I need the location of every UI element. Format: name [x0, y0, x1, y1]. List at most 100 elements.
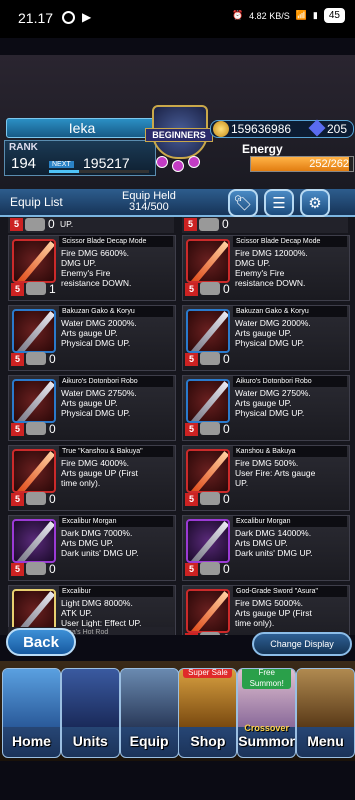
lacrima-value: 205	[326, 122, 347, 136]
card-desc-line: Arts gauge UP.	[235, 328, 292, 338]
equip-card[interactable]: Aikuro's Dotonbori Robo Water DMG 2750%. A…	[8, 375, 176, 441]
nav-label: Equip	[129, 733, 169, 749]
card-desc-line: Fire DMG 5000%.	[235, 598, 304, 608]
tag-filter-button[interactable]: 🏷	[228, 189, 258, 217]
equip-card[interactable]: Scissor Blade Decap Mode Fire DMG 12000%.…	[182, 235, 350, 301]
equip-name: Scissor Blade Decap Mode	[59, 236, 173, 247]
sword-icon	[190, 591, 228, 631]
equip-count: 0	[223, 632, 230, 635]
nav-equip-button[interactable]: Equip	[119, 668, 179, 758]
book-icon	[297, 669, 354, 727]
rarity-star-icon: 5	[184, 218, 197, 231]
network-speed: 4.82 KB/S	[249, 10, 290, 21]
card-desc-line: Water DMG 2000%.	[235, 318, 311, 328]
back-button[interactable]: Back	[6, 628, 76, 656]
card-desc-line: resistance DOWN.	[235, 278, 306, 288]
card-desc-line: Arts DMG UP.	[235, 538, 288, 548]
zel-coin-icon	[213, 121, 229, 137]
equip-list-title: Equip List	[10, 195, 63, 209]
rarity-star-icon: 5	[185, 633, 198, 635]
equip-held-counter: Equip Held 314/500	[122, 191, 176, 213]
nav-label: Units	[72, 733, 108, 749]
card-desc-line: Fire DMG 6600%.	[61, 248, 130, 258]
rank-panel: RANK 194 NEXT 195217	[4, 140, 156, 176]
rarity-star-icon: 5	[11, 423, 24, 436]
equip-card[interactable]: God-Grade Sword "Asura" Fire DMG 5000%. Ar…	[182, 585, 350, 635]
equip-name: Bakuzan Gako & Koryu	[59, 306, 173, 317]
nav-badge: Super Sale	[183, 669, 233, 678]
equip-card[interactable]: Excalibur Morgan Dark DMG 14000%. Arts DMG…	[182, 515, 350, 581]
equip-count: 0	[49, 492, 56, 506]
rarity-star-icon: 5	[11, 283, 24, 296]
equip-count-icon	[200, 352, 220, 365]
next-label: NEXT	[49, 161, 74, 168]
equip-card[interactable]: Excalibur Morgan Dark DMG 7000%. Arts DMG …	[8, 515, 176, 581]
gem-icon	[188, 156, 200, 168]
nav-label: Menu	[307, 733, 344, 749]
equip-count-icon	[200, 282, 220, 295]
list-item-partial[interactable]: 50	[182, 217, 348, 233]
equip-card[interactable]: Kanshou & Bakuya Fire DMG 500%. User Fire:…	[182, 445, 350, 511]
equip-card[interactable]: Aikuro's Dotonbori Robo Water DMG 2750%. A…	[182, 375, 350, 441]
equip-name: Excalibur Morgan	[233, 516, 347, 527]
equip-list[interactable]: 5 0 UP. 5 0 Scissor Blade Decap Mode Fire DMG …	[0, 217, 355, 635]
equip-card[interactable]: Bakuzan Gako & Koryu Water DMG 2000%. Arts…	[8, 305, 176, 371]
equip-name: Scissor Blade Decap Mode	[233, 236, 347, 247]
card-desc-line: ATK UP.	[61, 608, 93, 618]
card-desc-line: Dark units' DMG UP.	[61, 548, 139, 558]
card-desc-line: UP.	[60, 219, 74, 229]
card-desc-line: Arts gauge UP.	[61, 398, 118, 408]
gem-icon	[156, 156, 168, 168]
equip-card[interactable]: True "Kanshou & Bakuya" Fire DMG 4000%. Ar…	[8, 445, 176, 511]
card-desc-line: resistance DOWN.	[61, 278, 132, 288]
sword-icon	[190, 241, 228, 281]
equip-description: Fire DMG 6600%. DMG UP. Enemy's Fire resist…	[61, 248, 173, 288]
equip-name: Excalibur	[59, 586, 173, 597]
rarity-star-icon: 5	[185, 353, 198, 366]
card-desc-line: Light DMG 8000%.	[61, 598, 133, 608]
card-desc-line: Water DMG 2750%.	[235, 388, 311, 398]
equip-card[interactable]: Bakuzan Gako & Koryu Water DMG 2000%. Arts…	[182, 305, 350, 371]
sword-icon	[16, 451, 54, 491]
card-desc-line: Water DMG 2000%.	[61, 318, 137, 328]
energy-label: Energy	[242, 142, 283, 156]
equip-held-value: 314/500	[129, 201, 169, 213]
nav-units-button[interactable]: Units	[60, 668, 120, 758]
list-item-partial[interactable]: 5 0 UP.	[8, 217, 174, 233]
sword-icon	[190, 451, 228, 491]
rarity-star-icon: 5	[185, 283, 198, 296]
settings-button[interactable]: ⚙	[300, 189, 330, 217]
card-desc-line: UP.	[235, 478, 249, 488]
beginners-emblem: BEGINNERS	[140, 100, 215, 180]
equip-count-icon	[26, 492, 46, 505]
nav-summon-button[interactable]: Free Summon! Crossover Summon	[237, 668, 297, 758]
nav-shop-button[interactable]: Super Sale Shop	[178, 668, 238, 758]
sword-icon	[16, 521, 54, 561]
youtube-icon: ▶	[82, 10, 92, 24]
app-notification-icon	[62, 11, 75, 24]
card-desc-line: time only).	[61, 478, 101, 488]
change-display-button[interactable]: Change Display	[252, 632, 352, 656]
equip-count: 0	[223, 282, 230, 296]
nav-menu-button[interactable]: Menu	[296, 668, 355, 758]
equip-thumbnail	[186, 379, 230, 423]
equip-thumbnail	[186, 589, 230, 633]
equip-name: God-Grade Sword "Asura"	[233, 586, 347, 597]
card-desc-line: Fire DMG 12000%.	[235, 248, 308, 258]
next-exp-value: 195217	[83, 155, 130, 171]
card-desc-line: Physical DMG UP.	[61, 338, 131, 348]
equip-thumbnail	[186, 309, 230, 353]
sword-icon	[16, 241, 54, 281]
rarity-star-icon: 5	[185, 493, 198, 506]
equip-description: Water DMG 2750%. Arts gauge UP. Physical D…	[235, 388, 347, 418]
equip-name: Aikuro's Dotonbori Robo	[59, 376, 173, 387]
card-desc-line: Fire DMG 500%.	[235, 458, 299, 468]
equip-count-icon	[26, 562, 46, 575]
card-desc-line: Water DMG 2750%.	[61, 388, 137, 398]
gem-icon	[172, 160, 184, 172]
equip-count: 1	[49, 282, 56, 296]
sort-button[interactable]: ☰	[264, 189, 294, 217]
equip-card[interactable]: Scissor Blade Decap Mode Fire DMG 6600%. D…	[8, 235, 176, 301]
equip-count: 0	[48, 217, 55, 231]
nav-home-button[interactable]: Home	[2, 668, 61, 758]
